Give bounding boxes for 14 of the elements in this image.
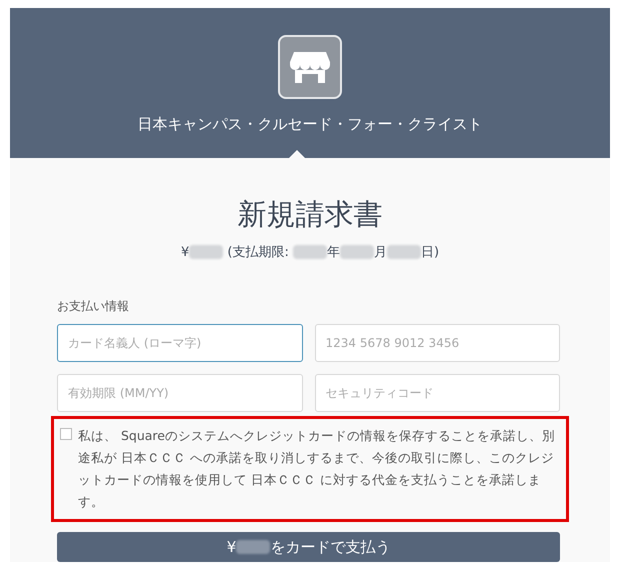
pay-button[interactable]: ¥ をカードで支払う: [57, 532, 560, 562]
redaction-mark: [386, 245, 421, 260]
store-logo-icon: [278, 35, 342, 99]
redaction-mark: [340, 245, 374, 260]
input-field[interactable]: カード名義人 (ローマ字): [57, 324, 302, 362]
redaction-mark: [236, 540, 270, 554]
redaction-mark: [292, 245, 327, 260]
consent-checkbox[interactable]: [60, 428, 72, 440]
consent-text: 私は、 Squareのシステムへクレジットカードの情報を保存することを承諾し、別途私が 日本ＣＣＣ への承諾を取り消しするまで、今後の取引に際し、このクレジットカードの情報を使用して 日本ＣＣＣ に対する代金を支払うことを承諾します。: [78, 426, 556, 510]
amount-due-date: ¥ (支払期限: 年 月 日): [180, 244, 440, 262]
redaction-mark: [189, 245, 224, 260]
merchant-name: 日本キャンパス・クルセード・フォー・クライスト: [138, 114, 482, 135]
invoice-title: 新規請求書: [236, 200, 384, 229]
section-label: お支払い情報: [57, 298, 130, 314]
